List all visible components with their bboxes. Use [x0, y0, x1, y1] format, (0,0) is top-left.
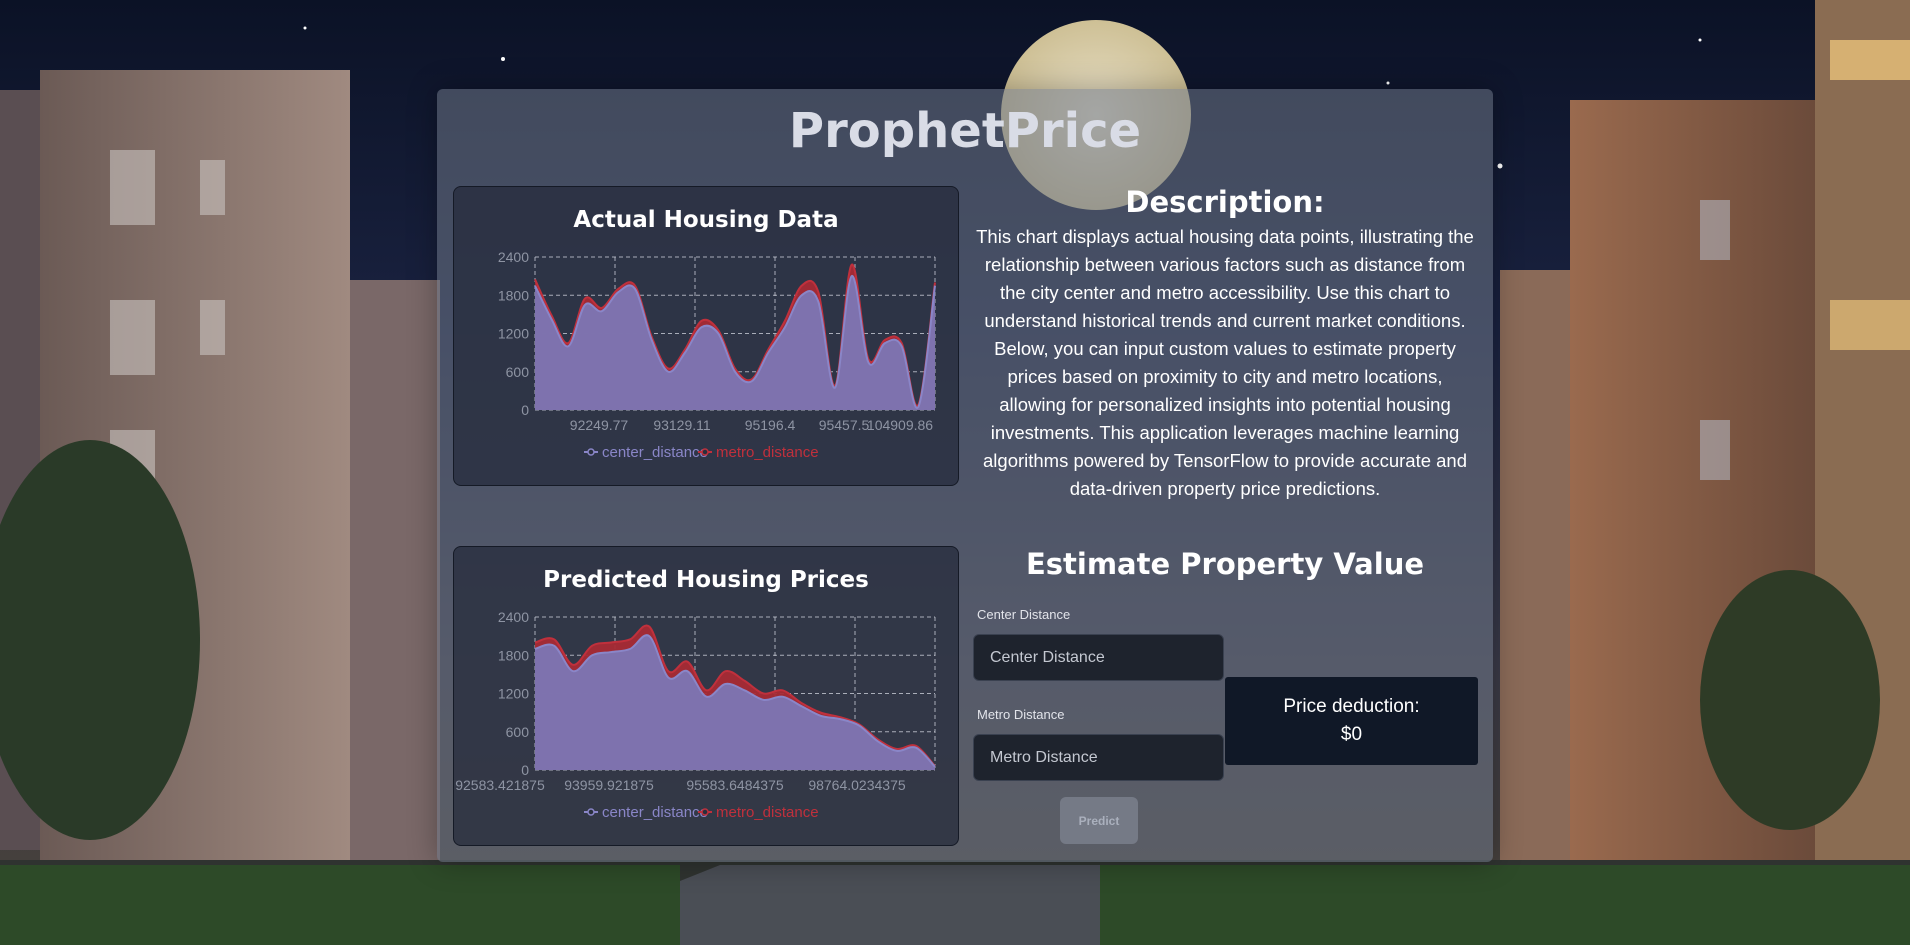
y-tick-label: 2400 [498, 249, 529, 265]
predicted-housing-chart: Predicted Housing Prices 2400 1800 1200 600… [453, 546, 959, 846]
legend-dot-metro_distance [701, 808, 709, 816]
y-tick-label: 1200 [498, 326, 529, 342]
x-tick-label: 95583.6484375 [686, 777, 784, 793]
center-distance-input[interactable] [973, 634, 1224, 681]
x-tick-label: 93129.11 [653, 417, 711, 433]
app-title: ProphetPrice [788, 103, 1142, 159]
x-tick-label: 92249.77 [570, 417, 629, 433]
y-tick-label: 600 [506, 364, 530, 380]
metro-distance-input[interactable] [973, 734, 1224, 781]
chart-canvas: 2400 1800 1200 600 0 92249.77 93129.11 95196.4 9… [498, 249, 936, 461]
y-tick-label: 1800 [498, 287, 529, 303]
price-result-box: Price deduction: $0 [1225, 677, 1478, 765]
legend-dot-center_distance [587, 448, 595, 456]
y-tick-label: 1800 [498, 647, 529, 663]
x-tick-label: 92583.421875 [455, 777, 545, 793]
y-tick-label: 0 [521, 402, 529, 418]
series-area-center_distance [535, 275, 935, 410]
legend-label-center_distance: center_distance [602, 444, 708, 461]
estimate-heading: Estimate Property Value [1025, 547, 1425, 581]
chart-canvas: 2400 1800 1200 600 092583.421875 93959.921875… [455, 609, 936, 821]
legend-label-center_distance: center_distance [602, 804, 708, 821]
description-heading: Description: [1125, 185, 1325, 219]
x-tick-label: 98764.0234375 [808, 777, 906, 793]
description-text: This chart displays actual housing data … [976, 226, 1474, 499]
legend-dot-center_distance [587, 808, 595, 816]
legend-dot-metro_distance [701, 448, 709, 456]
center-distance-label: Center Distance [977, 607, 1071, 622]
y-tick-label: 2400 [498, 609, 529, 625]
main-card: ProphetPrice Actual Housing Data 2400 180… [437, 89, 1493, 862]
predict-button[interactable]: Predict [1060, 797, 1138, 844]
y-tick-label: 0 [521, 762, 529, 778]
x-tick-label: 95196.4 [745, 417, 796, 433]
price-result-label: Price deduction: [1283, 696, 1420, 717]
legend-label-metro_distance: metro_distance [716, 804, 819, 821]
legend-label-metro_distance: metro_distance [716, 444, 819, 461]
x-tick-label: 104909.86 [867, 417, 933, 433]
metro-distance-label: Metro Distance [977, 707, 1065, 722]
y-tick-label: 1200 [498, 686, 529, 702]
x-tick-label: 93959.921875 [564, 777, 654, 793]
y-tick-label: 600 [506, 724, 530, 740]
price-result-value: $0 [1340, 724, 1363, 745]
actual-housing-chart: Actual Housing Data 2400 1800 1200 600 0 9224… [453, 186, 959, 486]
x-tick-label: 95457.5 [819, 417, 870, 433]
